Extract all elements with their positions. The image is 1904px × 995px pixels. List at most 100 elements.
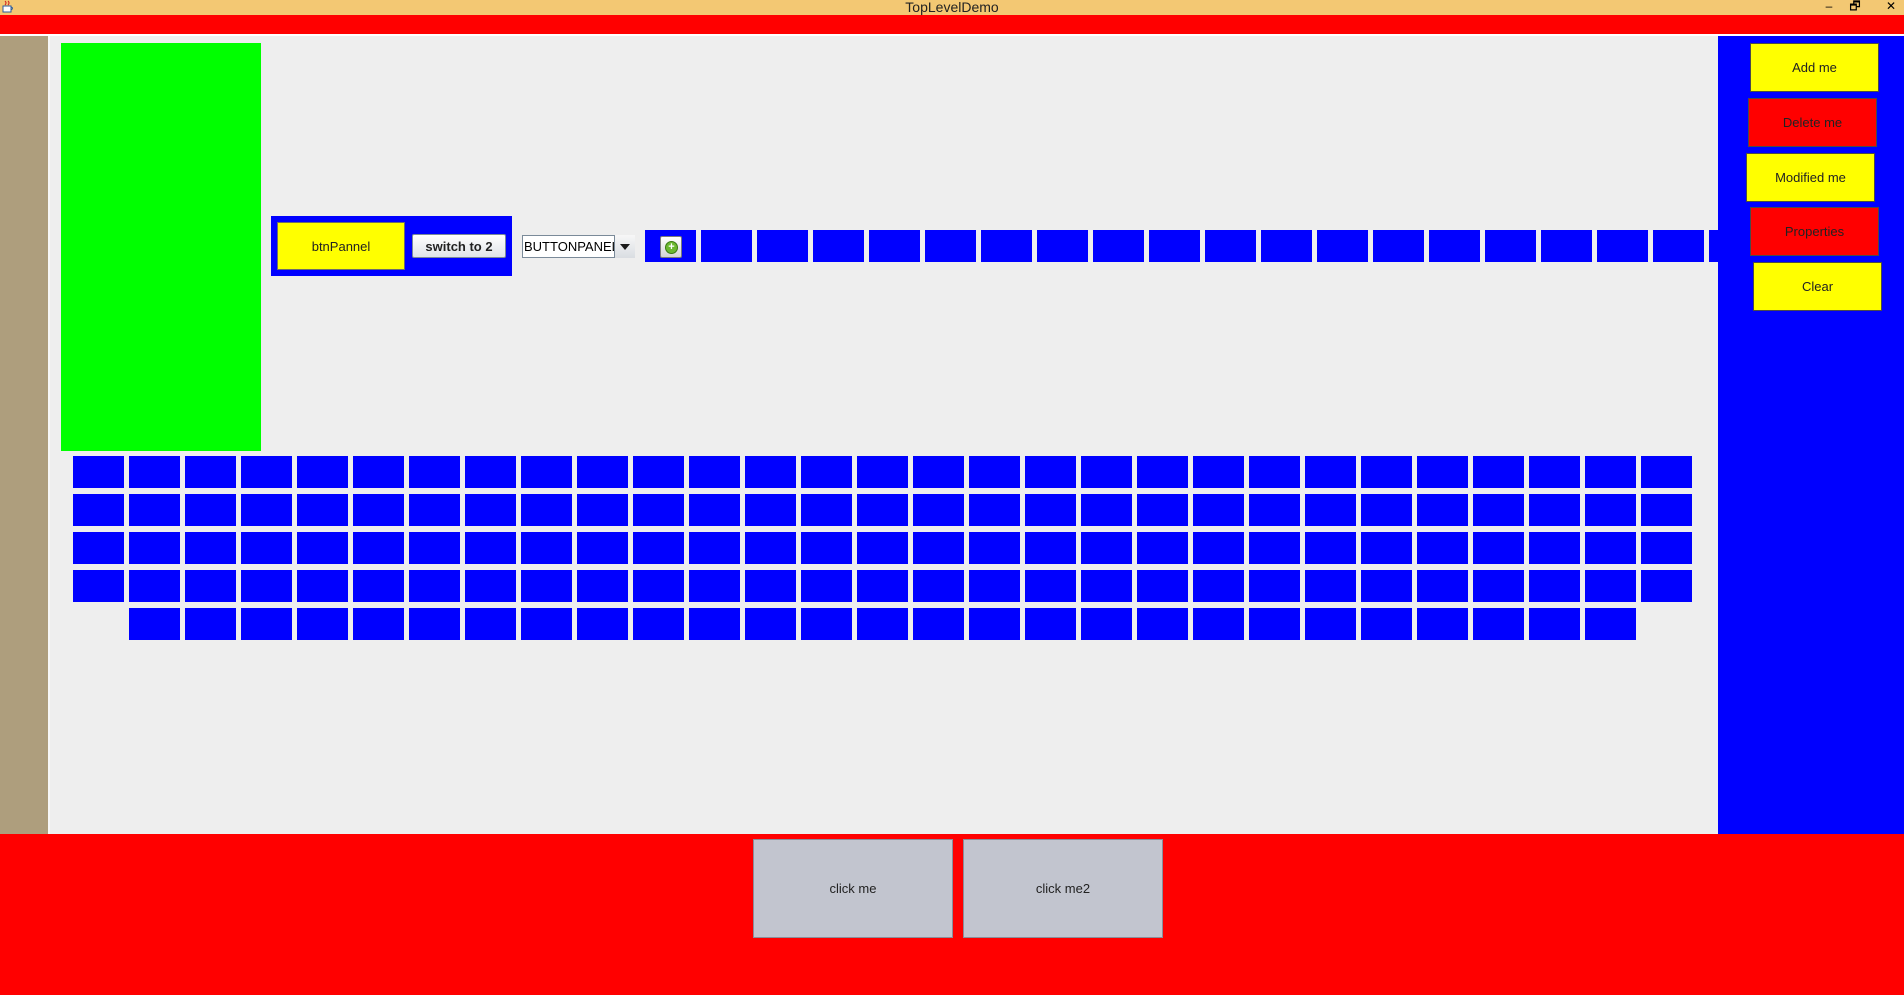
grid-blue-button[interactable] [353, 532, 404, 564]
grid-blue-button[interactable] [241, 608, 292, 640]
grid-blue-button[interactable] [913, 608, 964, 640]
grid-blue-button[interactable] [1025, 532, 1076, 564]
grid-blue-button[interactable] [857, 570, 908, 602]
grid-blue-button[interactable] [185, 570, 236, 602]
grid-blue-button[interactable] [1641, 494, 1692, 526]
grid-blue-button[interactable] [1305, 494, 1356, 526]
blue-button[interactable] [1429, 230, 1480, 262]
grid-blue-button[interactable] [409, 456, 460, 488]
blue-button[interactable] [1261, 230, 1312, 262]
grid-blue-button[interactable] [409, 494, 460, 526]
grid-blue-button[interactable] [1585, 532, 1636, 564]
grid-blue-button[interactable] [633, 608, 684, 640]
grid-blue-button[interactable] [1529, 570, 1580, 602]
grid-blue-button[interactable] [241, 532, 292, 564]
grid-blue-button[interactable] [521, 532, 572, 564]
grid-blue-button[interactable] [1137, 608, 1188, 640]
grid-blue-button[interactable] [1305, 532, 1356, 564]
grid-blue-button[interactable] [745, 532, 796, 564]
grid-blue-button[interactable] [857, 608, 908, 640]
grid-blue-button[interactable] [1585, 494, 1636, 526]
grid-blue-button[interactable] [857, 494, 908, 526]
grid-blue-button[interactable] [1137, 456, 1188, 488]
blue-button[interactable] [1541, 230, 1592, 262]
blue-button[interactable] [1373, 230, 1424, 262]
grid-blue-button[interactable] [185, 456, 236, 488]
grid-blue-button[interactable] [1585, 570, 1636, 602]
grid-blue-button[interactable] [521, 494, 572, 526]
grid-blue-button[interactable] [1193, 456, 1244, 488]
grid-blue-button[interactable] [1081, 494, 1132, 526]
grid-blue-button[interactable] [1137, 532, 1188, 564]
grid-blue-button[interactable] [241, 494, 292, 526]
grid-blue-button[interactable] [1249, 494, 1300, 526]
click-me2-button[interactable]: click me2 [963, 839, 1163, 938]
add-me-button[interactable]: Add me [1750, 43, 1879, 92]
grid-blue-button[interactable] [801, 608, 852, 640]
grid-blue-button[interactable] [353, 608, 404, 640]
grid-blue-button[interactable] [1081, 570, 1132, 602]
grid-blue-button[interactable] [633, 532, 684, 564]
grid-blue-button[interactable] [1585, 608, 1636, 640]
grid-blue-button[interactable] [185, 532, 236, 564]
grid-blue-button[interactable] [1025, 608, 1076, 640]
grid-blue-button[interactable] [857, 532, 908, 564]
grid-blue-button[interactable] [409, 570, 460, 602]
grid-blue-button[interactable] [465, 456, 516, 488]
grid-blue-button[interactable] [577, 494, 628, 526]
grid-blue-button[interactable] [297, 532, 348, 564]
grid-blue-button[interactable] [801, 532, 852, 564]
grid-blue-button[interactable] [1417, 570, 1468, 602]
grid-blue-button[interactable] [689, 456, 740, 488]
grid-blue-button[interactable] [745, 456, 796, 488]
grid-blue-button[interactable] [297, 570, 348, 602]
grid-blue-button[interactable] [745, 608, 796, 640]
close-icon[interactable]: ✕ [1880, 0, 1902, 15]
blue-button[interactable] [1093, 230, 1144, 262]
grid-blue-button[interactable] [633, 570, 684, 602]
grid-blue-button[interactable] [801, 456, 852, 488]
grid-blue-button[interactable] [689, 608, 740, 640]
grid-blue-button[interactable] [1529, 456, 1580, 488]
properties-button[interactable]: Properties [1750, 207, 1879, 256]
grid-blue-button[interactable] [913, 494, 964, 526]
grid-blue-button[interactable] [1529, 494, 1580, 526]
grid-blue-button[interactable] [129, 494, 180, 526]
grid-blue-button[interactable] [1361, 570, 1412, 602]
grid-blue-button[interactable] [1529, 608, 1580, 640]
grid-blue-button[interactable] [185, 608, 236, 640]
blue-button[interactable] [1149, 230, 1200, 262]
grid-blue-button[interactable] [1081, 456, 1132, 488]
grid-blue-button[interactable] [1193, 532, 1244, 564]
grid-blue-button[interactable] [745, 494, 796, 526]
grid-blue-button[interactable] [1305, 456, 1356, 488]
grid-blue-button[interactable] [1081, 532, 1132, 564]
grid-blue-button[interactable] [857, 456, 908, 488]
delete-me-button[interactable]: Delete me [1748, 98, 1877, 147]
grid-blue-button[interactable] [913, 532, 964, 564]
grid-blue-button[interactable] [73, 532, 124, 564]
grid-blue-button[interactable] [521, 608, 572, 640]
grid-blue-button[interactable] [73, 570, 124, 602]
grid-blue-button[interactable] [521, 456, 572, 488]
grid-blue-button[interactable] [129, 532, 180, 564]
grid-blue-button[interactable] [353, 456, 404, 488]
click-me-button[interactable]: click me [753, 839, 953, 938]
grid-blue-button[interactable] [689, 570, 740, 602]
grid-blue-button[interactable] [129, 570, 180, 602]
clear-button[interactable]: Clear [1753, 262, 1882, 311]
grid-blue-button[interactable] [577, 608, 628, 640]
grid-blue-button[interactable] [465, 494, 516, 526]
grid-blue-button[interactable] [1473, 608, 1524, 640]
blue-button[interactable] [701, 230, 752, 262]
blue-button[interactable] [1205, 230, 1256, 262]
grid-blue-button[interactable] [241, 456, 292, 488]
grid-blue-button[interactable] [913, 570, 964, 602]
grid-blue-button[interactable] [1473, 456, 1524, 488]
grid-blue-button[interactable] [185, 494, 236, 526]
grid-blue-button[interactable] [1025, 456, 1076, 488]
grid-blue-button[interactable] [689, 532, 740, 564]
blue-button[interactable] [981, 230, 1032, 262]
grid-blue-button[interactable] [1473, 494, 1524, 526]
grid-blue-button[interactable] [1249, 608, 1300, 640]
